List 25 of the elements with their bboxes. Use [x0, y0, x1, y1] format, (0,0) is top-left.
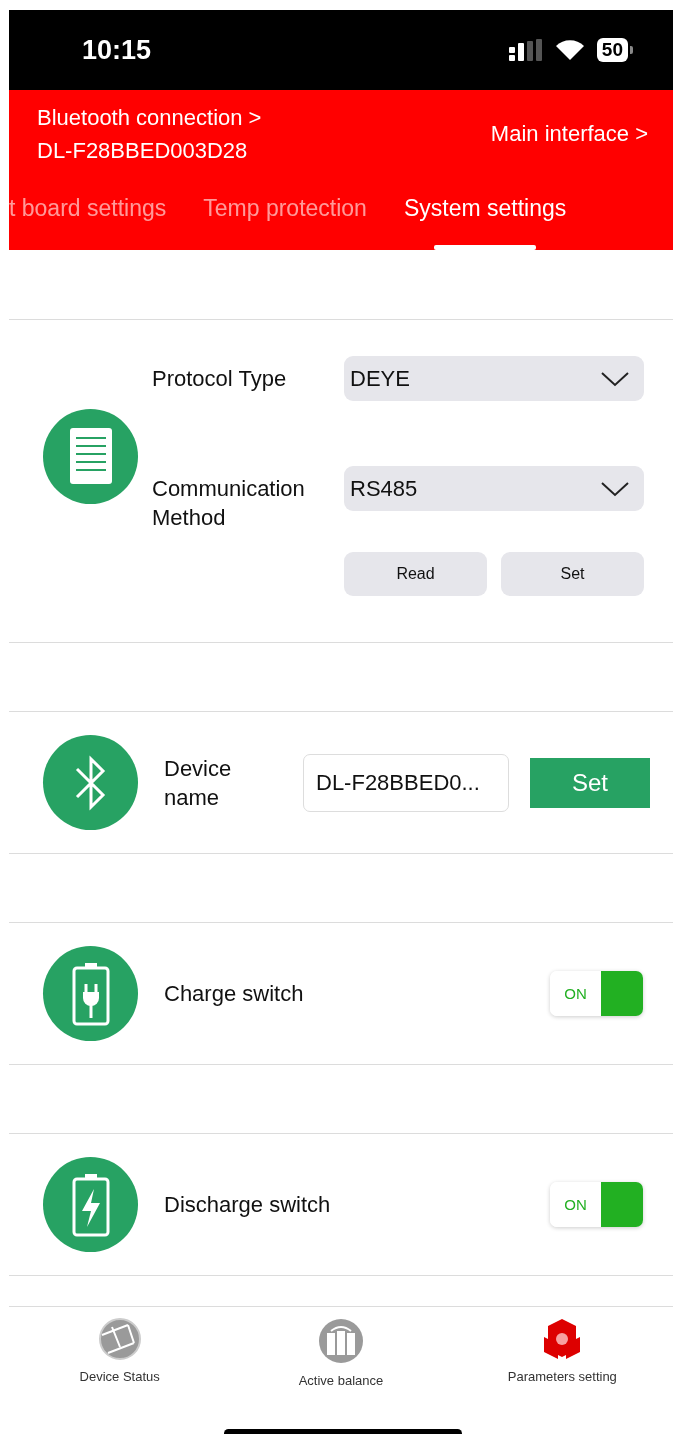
dropdown[interactable]: RS485	[344, 466, 644, 511]
switch-label: Discharge switch	[164, 1191, 332, 1218]
bottom-tab[interactable]: Device Status	[19, 1317, 220, 1396]
field-label: Protocol Type	[152, 365, 288, 393]
bluetooth-connection-link[interactable]: Bluetooth connection > DL-F28BBED003D28	[37, 101, 262, 167]
wifi-icon	[554, 39, 585, 61]
set-button[interactable]: Set	[501, 552, 644, 596]
status-time: 10:15	[82, 34, 152, 66]
battery-cells-icon	[317, 1317, 365, 1365]
chevron-down-icon	[600, 370, 630, 387]
battery-bolt-icon	[70, 1172, 111, 1237]
chevron-down-icon	[600, 480, 630, 497]
field-label: Device name	[164, 754, 233, 812]
signal-icon	[508, 39, 543, 61]
field-label: Communication Method	[152, 475, 306, 532]
switch-label: Charge switch	[164, 980, 305, 1007]
read-button[interactable]: Read	[344, 552, 487, 596]
device-name-field[interactable]: DL-F28BBED0...	[303, 753, 509, 812]
battery-indicator: 50	[596, 38, 633, 62]
settings-tab[interactable]: System settings	[403, 195, 567, 250]
main-interface-link[interactable]: Main interface >	[490, 121, 648, 147]
dropdown[interactable]: DEYE	[344, 356, 644, 401]
bottom-tab[interactable]: Parameters setting	[462, 1317, 663, 1396]
bottom-tab[interactable]: Active balance	[241, 1317, 441, 1396]
battery-plug-icon	[70, 961, 111, 1026]
